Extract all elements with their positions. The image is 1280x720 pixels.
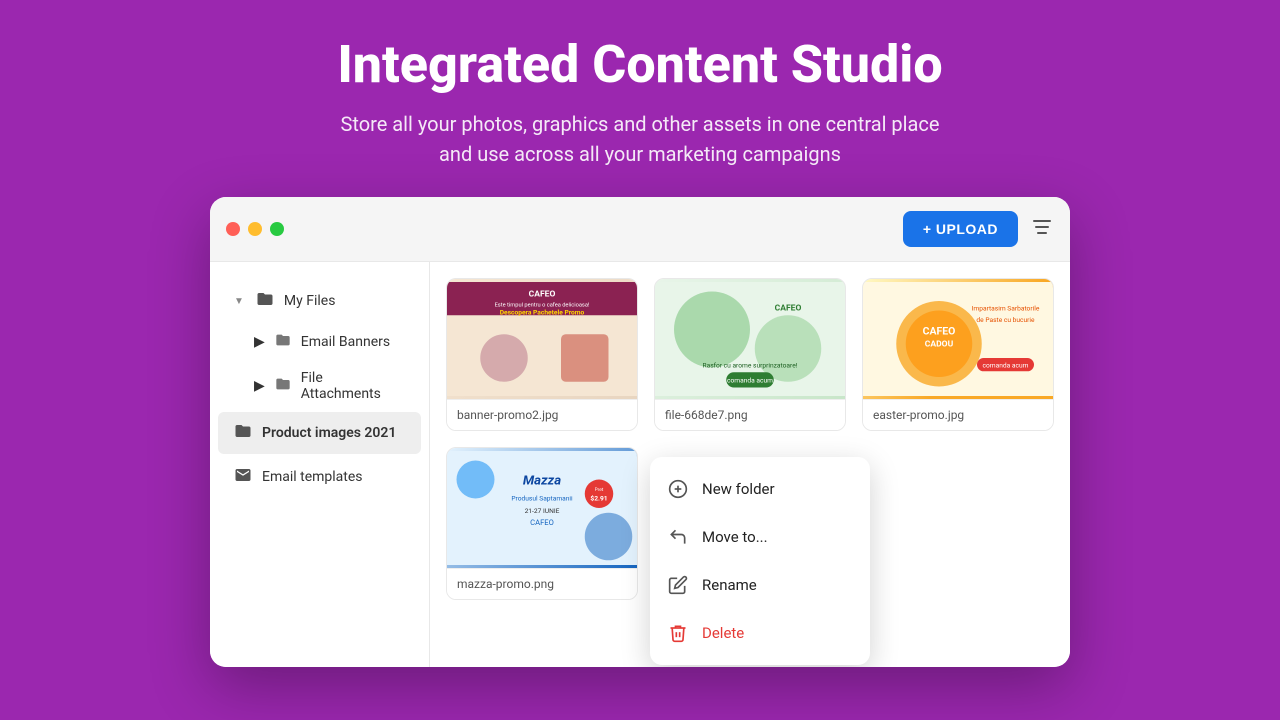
- svg-text:Produsul Saptamanii: Produsul Saptamanii: [511, 495, 573, 503]
- context-menu-move-to[interactable]: Move to...: [650, 513, 870, 561]
- svg-text:CAFEO: CAFEO: [775, 304, 802, 314]
- file-name-1: banner-promo2.jpg: [447, 399, 637, 430]
- hero-subtitle: Store all your photos, graphics and othe…: [337, 109, 942, 169]
- svg-text:CAFEO: CAFEO: [530, 518, 554, 527]
- file-card-1[interactable]: CAFEO Este timpul pentru o cafea delicio…: [446, 278, 638, 431]
- svg-text:comanda acum: comanda acum: [983, 362, 1029, 370]
- rename-icon: [666, 573, 690, 597]
- file-name-4: mazza-promo.png: [447, 568, 637, 599]
- svg-text:CAFEO: CAFEO: [923, 324, 956, 337]
- app-window: + UPLOAD ▼ My Files ▶: [210, 197, 1070, 667]
- file-card-2[interactable]: CAFEO Rasfor cu arome surprinzatoare! co…: [654, 278, 846, 431]
- email-banners-label: Email Banners: [301, 334, 390, 350]
- app-body: ▼ My Files ▶ Email Banners ▶: [210, 262, 1070, 667]
- folder-icon: [234, 422, 252, 444]
- svg-text:$2.91: $2.91: [590, 495, 607, 503]
- file-attachments-label: File Attachments: [301, 370, 405, 402]
- rename-label: Rename: [702, 576, 757, 594]
- chevron-right-icon: ▶: [254, 334, 265, 350]
- file-name-3: easter-promo.jpg: [863, 399, 1053, 430]
- folder-icon: [275, 376, 291, 396]
- sidebar-item-my-files[interactable]: ▼ My Files: [218, 280, 421, 322]
- file-thumbnail-3: CAFEO CADOU Impartasim Sarbatorile de Pa…: [863, 279, 1053, 399]
- sidebar-item-file-attachments[interactable]: ▶ File Attachments: [218, 362, 421, 410]
- sidebar-item-product-images-2021[interactable]: Product images 2021: [218, 412, 421, 454]
- file-card-3[interactable]: CAFEO CADOU Impartasim Sarbatorile de Pa…: [862, 278, 1054, 431]
- filter-icon[interactable]: [1030, 215, 1054, 244]
- svg-text:21-27 IUNIE: 21-27 IUNIE: [525, 507, 560, 515]
- file-name-2: file-668de7.png: [655, 399, 845, 430]
- file-thumbnail-4: Mazza Produsul Saptamanii 21-27 IUNIE CA…: [447, 448, 637, 568]
- close-button[interactable]: [226, 222, 240, 236]
- folder-icon: [256, 290, 274, 312]
- svg-text:Impartasim Sarbatorile: Impartasim Sarbatorile: [972, 305, 1040, 313]
- upload-button[interactable]: + UPLOAD: [903, 211, 1018, 247]
- move-to-label: Move to...: [702, 528, 768, 546]
- delete-icon: [666, 621, 690, 645]
- file-thumbnail-2: CAFEO Rasfor cu arome surprinzatoare! co…: [655, 279, 845, 399]
- titlebar-actions: + UPLOAD: [903, 211, 1054, 247]
- mail-icon: [234, 466, 252, 488]
- svg-text:Pret: Pret: [595, 487, 604, 493]
- product-images-label: Product images 2021: [262, 425, 396, 441]
- chevron-down-icon: ▼: [234, 296, 244, 307]
- traffic-lights: [226, 222, 284, 236]
- context-menu-rename[interactable]: Rename: [650, 561, 870, 609]
- move-to-icon: [666, 525, 690, 549]
- email-templates-label: Email templates: [262, 469, 363, 485]
- svg-text:Descopera Pachetele Promo: Descopera Pachetele Promo: [500, 308, 585, 316]
- context-menu: New folder Move to... Rename: [650, 457, 870, 665]
- svg-text:de Paste cu bucurie: de Paste cu bucurie: [976, 316, 1035, 324]
- maximize-button[interactable]: [270, 222, 284, 236]
- titlebar: + UPLOAD: [210, 197, 1070, 262]
- svg-text:CADOU: CADOU: [925, 340, 954, 350]
- new-folder-icon: [666, 477, 690, 501]
- my-files-label: My Files: [284, 293, 336, 309]
- chevron-right-icon: ▶: [254, 378, 265, 394]
- sidebar: ▼ My Files ▶ Email Banners ▶: [210, 262, 430, 667]
- svg-text:Rasfor cu arome surprinzatoare: Rasfor cu arome surprinzatoare!: [703, 362, 798, 370]
- svg-text:Mazza: Mazza: [523, 473, 561, 488]
- sidebar-item-email-templates[interactable]: Email templates: [218, 456, 421, 498]
- context-menu-new-folder[interactable]: New folder: [650, 465, 870, 513]
- hero-title: Integrated Content Studio: [337, 36, 942, 93]
- new-folder-label: New folder: [702, 480, 775, 498]
- file-card-4[interactable]: Mazza Produsul Saptamanii 21-27 IUNIE CA…: [446, 447, 638, 600]
- minimize-button[interactable]: [248, 222, 262, 236]
- delete-label: Delete: [702, 624, 744, 642]
- content-area: CAFEO Este timpul pentru o cafea delicio…: [430, 262, 1070, 667]
- svg-text:CAFEO: CAFEO: [529, 289, 556, 299]
- context-menu-delete[interactable]: Delete: [650, 609, 870, 657]
- hero-section: Integrated Content Studio Store all your…: [317, 0, 962, 197]
- file-thumbnail-1: CAFEO Este timpul pentru o cafea delicio…: [447, 279, 637, 399]
- sidebar-item-email-banners[interactable]: ▶ Email Banners: [218, 324, 421, 360]
- folder-icon: [275, 332, 291, 352]
- svg-text:comanda acum: comanda acum: [727, 377, 773, 385]
